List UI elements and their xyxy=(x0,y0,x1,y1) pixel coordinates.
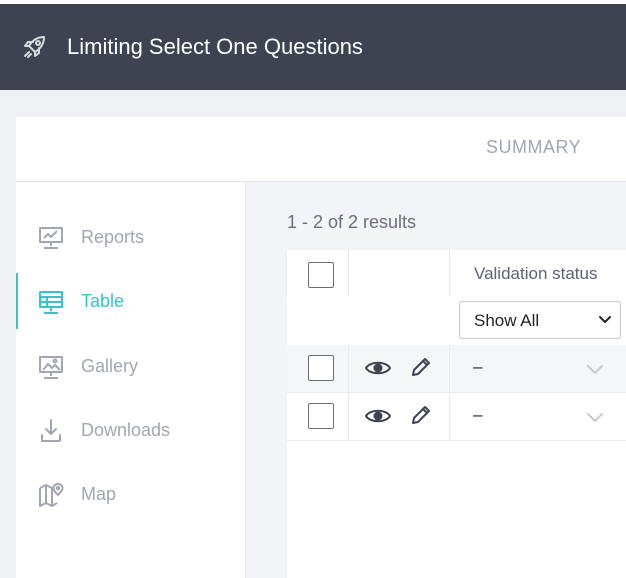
column-divider xyxy=(348,250,349,296)
column-divider xyxy=(449,250,450,296)
gallery-icon xyxy=(39,356,63,379)
filter-selected-value: Show All xyxy=(474,311,540,330)
page-title: Limiting Select One Questions xyxy=(67,34,363,59)
sidebar-item-table[interactable]: Table xyxy=(16,273,245,329)
sidebar-item-reports[interactable]: Reports xyxy=(16,215,245,259)
chevron-down-icon xyxy=(599,316,611,323)
pencil-icon[interactable] xyxy=(410,356,432,378)
table-icon xyxy=(39,291,63,314)
row-checkbox[interactable] xyxy=(308,403,334,429)
validation-status-value: – xyxy=(473,357,483,376)
sidebar-item-label: Table xyxy=(81,291,125,311)
table-content-area: 1 - 2 of 2 results Validation status Sho… xyxy=(246,182,626,578)
eye-icon[interactable] xyxy=(365,407,391,425)
table-row: – xyxy=(287,345,626,393)
row-checkbox[interactable] xyxy=(308,355,334,381)
column-divider xyxy=(449,345,450,392)
map-icon xyxy=(39,483,64,507)
sidebar-item-label: Gallery xyxy=(81,356,139,376)
sidebar: Reports Table Gallery Downloads Map xyxy=(16,182,246,578)
sidebar-item-downloads[interactable]: Downloads xyxy=(16,408,245,452)
validation-status-filter-select[interactable]: Show All xyxy=(459,301,621,339)
tab-summary[interactable]: SUMMARY xyxy=(486,137,581,158)
top-header-bar: Limiting Select One Questions xyxy=(0,4,626,90)
column-divider xyxy=(348,393,349,440)
rocket-icon xyxy=(24,36,45,58)
chevron-down-icon[interactable] xyxy=(586,363,604,375)
chevron-down-icon[interactable] xyxy=(586,411,604,423)
results-count: 1 - 2 of 2 results xyxy=(287,212,417,232)
column-header-validation-status[interactable]: Validation status xyxy=(474,264,597,284)
data-table: Validation status Show All – – xyxy=(287,250,626,578)
pencil-icon[interactable] xyxy=(410,404,432,426)
tab-bar: SUMMARY xyxy=(16,117,626,182)
sidebar-item-label: Reports xyxy=(81,227,145,247)
table-row: – xyxy=(287,393,626,441)
select-all-checkbox[interactable] xyxy=(308,262,334,288)
column-divider xyxy=(449,393,450,440)
sidebar-item-label: Map xyxy=(81,484,117,504)
sidebar-item-gallery[interactable]: Gallery xyxy=(16,344,245,388)
validation-status-value: – xyxy=(473,405,483,424)
main-card: SUMMARY Reports Table Gallery Downloads … xyxy=(16,117,626,578)
table-header-row: Validation status xyxy=(287,250,626,296)
reports-icon xyxy=(39,227,63,249)
download-icon xyxy=(41,419,61,442)
column-divider xyxy=(348,345,349,392)
sidebar-item-label: Downloads xyxy=(81,420,171,440)
sidebar-item-map[interactable]: Map xyxy=(16,472,245,516)
eye-icon[interactable] xyxy=(365,359,391,377)
table-filter-row: Show All xyxy=(287,296,626,345)
